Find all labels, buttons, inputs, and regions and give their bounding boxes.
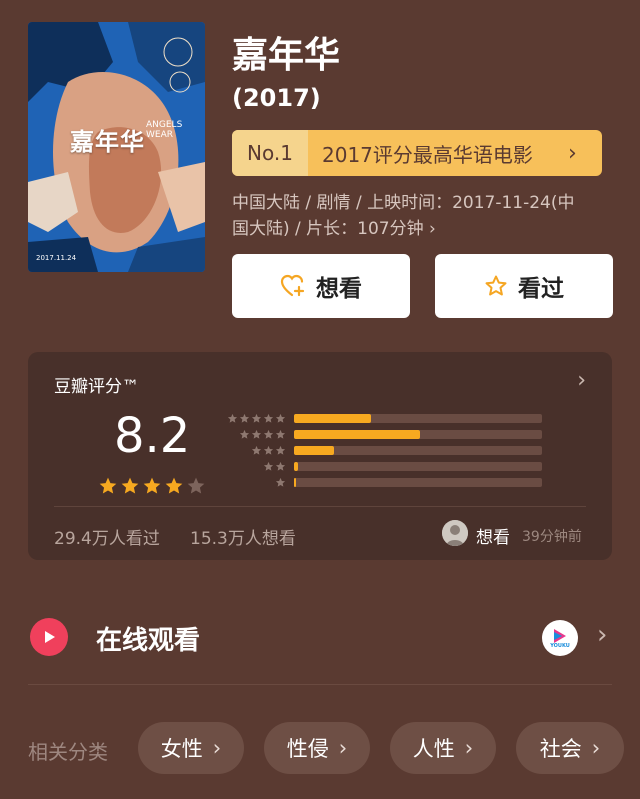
star-filled-icon (164, 476, 184, 500)
dist-track (294, 445, 542, 455)
dist-row-2-star (224, 458, 542, 474)
chevron-right-icon: › (591, 736, 601, 760)
youku-text: YOUKU (550, 642, 570, 649)
chevron-right-icon: › (212, 736, 222, 760)
seen-button[interactable]: 看过 (435, 254, 613, 318)
dist-bar (294, 429, 420, 439)
seen-label: 看过 (518, 276, 564, 302)
star-filled-icon (98, 476, 118, 500)
movie-meta[interactable]: 中国大陆 / 剧情 / 上映时间：2017-11-24(中 国大陆) / 片长：… (232, 190, 612, 242)
play-icon[interactable] (30, 618, 68, 656)
meta-line-1: 中国大陆 / 剧情 / 上映时间：2017-11-24(中 (232, 193, 575, 213)
tag-item[interactable]: 人性 › (390, 722, 496, 774)
poster-date: 2017.11.24 (36, 254, 77, 262)
dist-track (294, 477, 542, 487)
poster-title: 嘉年华 (70, 128, 145, 156)
want-label: 想看 (316, 276, 362, 302)
dist-stars (224, 461, 286, 472)
tag-item[interactable]: 女性 › (138, 722, 244, 774)
star-outline-icon (484, 274, 508, 298)
dist-bar (294, 445, 334, 455)
dist-row-3-star (224, 442, 542, 458)
related-categories-label: 相关分类 (28, 740, 108, 764)
youku-icon (554, 628, 566, 643)
tag-item[interactable]: 社会 › (516, 722, 624, 774)
star-filled-icon (142, 476, 162, 500)
avatar[interactable] (442, 520, 468, 546)
dist-stars (224, 445, 286, 456)
youku-logo[interactable]: YOUKU (542, 620, 578, 656)
star-filled-icon (120, 476, 140, 500)
tag-label: 社会 (539, 737, 582, 761)
star-empty-icon (186, 476, 206, 500)
movie-poster[interactable]: 嘉年华 ANGELS WEAR 2017.11.24 (28, 22, 205, 272)
chevron-right-icon: › (464, 736, 474, 760)
chevron-right-icon[interactable]: › (597, 620, 607, 650)
tag-label: 性侵 (286, 737, 329, 761)
want-count[interactable]: 15.3万人想看 (190, 524, 296, 549)
activity-time: 39分钟前 (522, 529, 582, 545)
tag-label: 人性 (412, 737, 455, 761)
rank-text: 2017评分最高华语电影 (322, 142, 533, 167)
rating-title: 豆瓣评分™ (54, 377, 139, 397)
dist-stars (224, 429, 286, 440)
tag-item[interactable]: 性侵 › (264, 722, 370, 774)
heart-plus-icon (280, 274, 306, 298)
dist-row-4-star (224, 426, 542, 442)
dist-track (294, 461, 542, 471)
rank-number: No.1 (232, 130, 308, 176)
want-button[interactable]: 想看 (232, 254, 410, 318)
divider (28, 684, 612, 685)
dist-bar (294, 461, 298, 471)
dist-track (294, 429, 542, 439)
movie-year: (2017) (232, 84, 321, 112)
chevron-right-icon: › (338, 736, 348, 760)
seen-count[interactable]: 29.4万人看过 (54, 524, 160, 549)
rating-score: 8.2 (114, 408, 191, 464)
activity-action: 想看 (476, 528, 510, 548)
dist-row-1-star (224, 474, 542, 490)
dist-row-5-star (224, 410, 542, 426)
dist-bar (294, 413, 371, 423)
rank-badge[interactable]: No.1 2017评分最高华语电影 › (232, 130, 602, 176)
dist-stars (224, 477, 286, 488)
poster-subtitle: ANGELS WEAR (146, 120, 183, 140)
dist-bar (294, 477, 296, 487)
chevron-right-icon: › (568, 140, 577, 166)
rating-stars (98, 476, 206, 500)
dist-stars (224, 413, 286, 424)
movie-title: 嘉年华 (232, 35, 341, 76)
online-watch-label[interactable]: 在线观看 (96, 620, 200, 657)
meta-line-2: 国大陆) / 片长：107分钟 › (232, 219, 436, 239)
tag-label: 女性 (160, 737, 203, 761)
chevron-right-icon[interactable]: › (577, 368, 586, 393)
dist-track (294, 413, 542, 423)
divider (54, 506, 586, 507)
rating-card[interactable]: 豆瓣评分™ › 8.2 29.4万人看过 15.3万人想看 想看 39分钟前 (28, 352, 612, 560)
rating-distribution (224, 410, 542, 490)
